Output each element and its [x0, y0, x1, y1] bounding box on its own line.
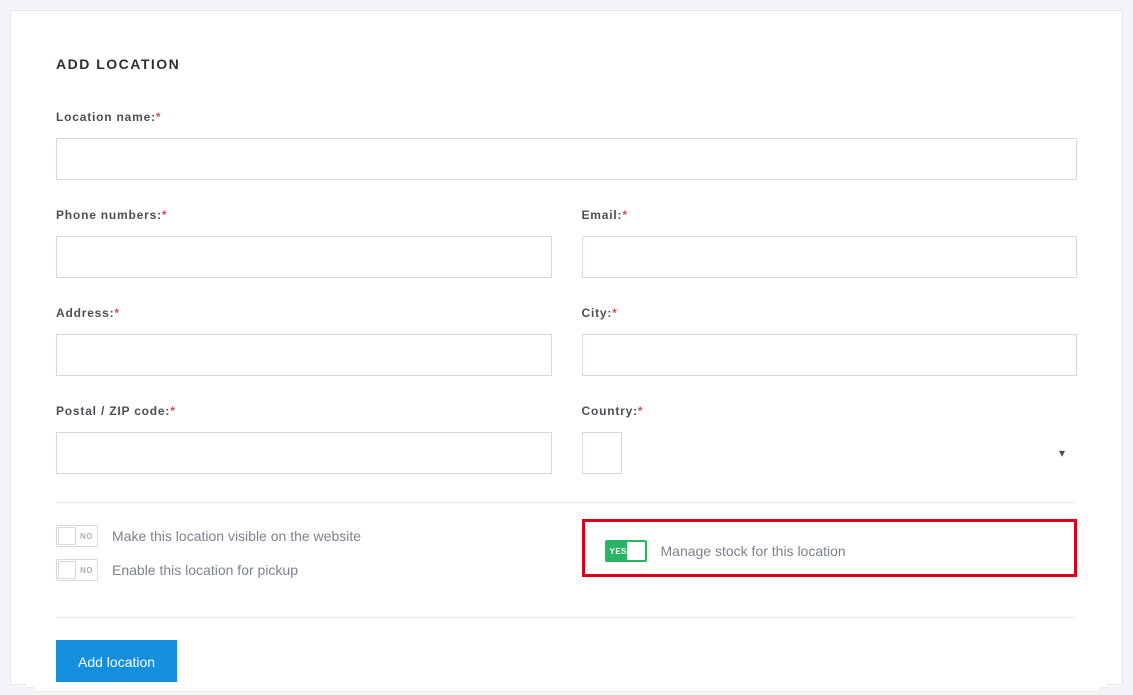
pickup-toggle[interactable]: NO [56, 559, 98, 581]
left-toggles: NO Make this location visible on the web… [56, 525, 552, 593]
email-label-text: Email: [582, 208, 623, 222]
city-label: City:* [582, 306, 1078, 320]
country-label-text: Country: [582, 404, 638, 418]
email-input[interactable] [582, 236, 1078, 278]
field-email: Email:* [582, 208, 1078, 278]
visible-toggle-state: NO [80, 532, 93, 541]
field-phone: Phone numbers:* [56, 208, 552, 278]
field-country: Country:* ▾ [582, 404, 1078, 474]
postal-input[interactable] [56, 432, 552, 474]
location-name-input[interactable] [56, 138, 1077, 180]
required-mark: * [170, 404, 175, 418]
required-mark: * [622, 208, 627, 222]
email-label: Email:* [582, 208, 1078, 222]
stock-toggle-label: Manage stock for this location [661, 543, 846, 559]
divider [56, 502, 1077, 503]
city-label-text: City: [582, 306, 613, 320]
postal-label-text: Postal / ZIP code: [56, 404, 170, 418]
page-title: ADD LOCATION [56, 56, 1077, 72]
field-postal: Postal / ZIP code:* [56, 404, 552, 474]
address-input[interactable] [56, 334, 552, 376]
address-label: Address:* [56, 306, 552, 320]
card-stack-decoration [33, 686, 1100, 692]
location-name-label: Location name:* [56, 110, 1077, 124]
stock-toggle-state: YES [610, 547, 628, 556]
visible-toggle[interactable]: NO [56, 525, 98, 547]
location-name-label-text: Location name: [56, 110, 156, 124]
add-location-card: ADD LOCATION Location name:* Phone numbe… [10, 10, 1123, 685]
chevron-down-icon: ▾ [1059, 446, 1065, 460]
required-mark: * [114, 306, 119, 320]
add-location-button[interactable]: Add location [56, 640, 177, 684]
divider [56, 617, 1077, 618]
address-label-text: Address: [56, 306, 114, 320]
stock-highlight-box: YES Manage stock for this location [582, 519, 1078, 577]
field-address: Address:* [56, 306, 552, 376]
pickup-toggle-label: Enable this location for pickup [112, 562, 298, 578]
required-mark: * [638, 404, 643, 418]
city-input[interactable] [582, 334, 1078, 376]
visible-toggle-label: Make this location visible on the websit… [112, 528, 361, 544]
phone-label-text: Phone numbers: [56, 208, 162, 222]
phone-input[interactable] [56, 236, 552, 278]
country-select[interactable] [582, 432, 622, 474]
required-mark: * [162, 208, 167, 222]
field-location-name: Location name:* [56, 110, 1077, 180]
phone-label: Phone numbers:* [56, 208, 552, 222]
required-mark: * [612, 306, 617, 320]
postal-label: Postal / ZIP code:* [56, 404, 552, 418]
stock-toggle[interactable]: YES [605, 540, 647, 562]
country-label: Country:* [582, 404, 1078, 418]
pickup-toggle-state: NO [80, 566, 93, 575]
field-city: City:* [582, 306, 1078, 376]
required-mark: * [156, 110, 161, 124]
